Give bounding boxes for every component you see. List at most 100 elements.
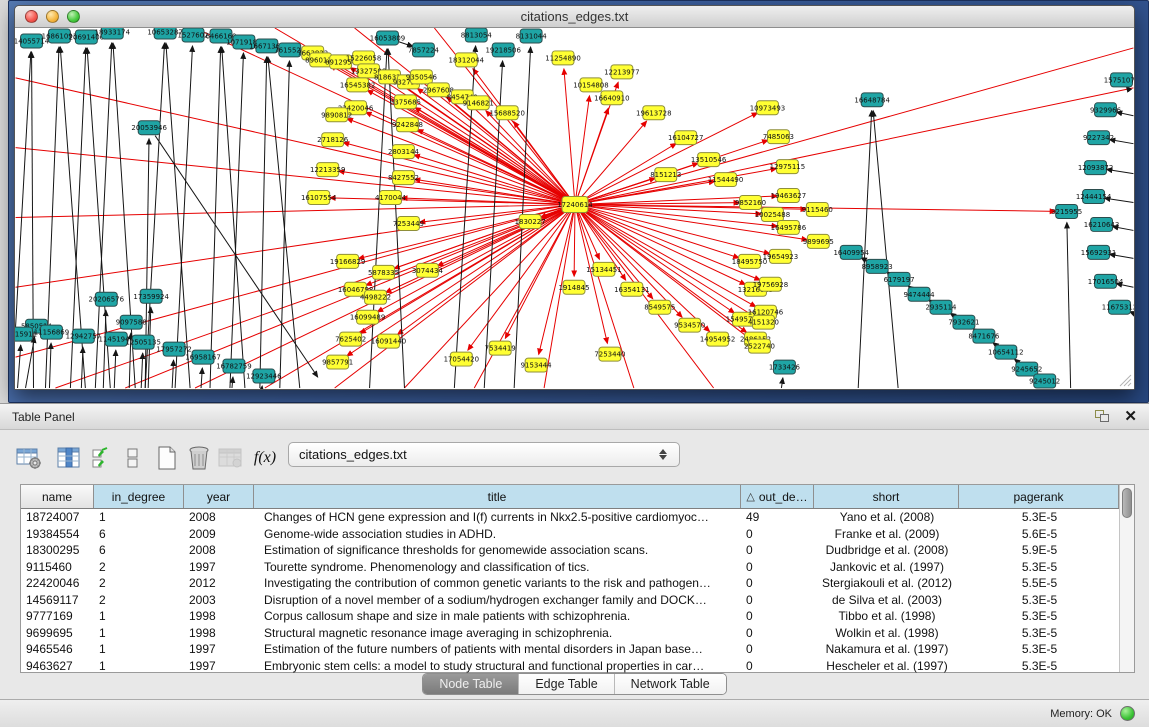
cell-year[interactable]: 2008 [184, 542, 254, 559]
network-canvas[interactable]: 1405571416861093206914061893317410653287… [15, 28, 1134, 389]
graph-node[interactable]: 19463627 [771, 189, 806, 203]
graph-node[interactable]: 8427552 [388, 171, 419, 185]
cell-name[interactable]: 9463627 [21, 658, 94, 675]
cell-name[interactable]: 9777169 [21, 608, 94, 625]
graph-node[interactable]: 11544490 [708, 173, 743, 187]
table-selector-dropdown[interactable]: citations_edges.txt [288, 442, 680, 467]
graph-node[interactable]: 4170044 [375, 191, 407, 205]
graph-node[interactable]: 18312044 [449, 53, 485, 67]
cell-year[interactable]: 1997 [184, 559, 254, 576]
cell-out_de[interactable]: 49 [741, 509, 814, 526]
graph-node[interactable]: 9245012 [1029, 374, 1060, 388]
graph-node[interactable]: 7625402 [335, 332, 366, 346]
graph-node[interactable]: 8813054 [461, 28, 493, 42]
graph-node[interactable]: 10654112 [988, 345, 1023, 359]
cell-title[interactable]: Investigating the contribution of common… [254, 575, 741, 592]
table-settings-button[interactable] [14, 443, 44, 473]
cell-pagerank[interactable]: 5.3E-5 [959, 559, 1119, 576]
table-row[interactable]: 911546021997Tourette syndrome. Phenomeno… [21, 559, 1134, 576]
cell-out_de[interactable]: 0 [741, 542, 814, 559]
graph-node[interactable]: 10154808 [573, 78, 608, 92]
table-vertical-scrollbar[interactable] [1119, 485, 1134, 672]
graph-node[interactable]: 9534570 [674, 318, 705, 332]
cell-in_degree[interactable]: 1 [94, 625, 184, 642]
cell-in_degree[interactable]: 2 [94, 559, 184, 576]
cell-pagerank[interactable]: 5.5E-5 [959, 575, 1119, 592]
graph-node[interactable]: 12975115 [770, 160, 805, 174]
cell-title[interactable]: Estimation of the future numbers of pati… [254, 641, 741, 658]
graph-node[interactable]: 17016504 [1088, 274, 1124, 288]
graph-node[interactable]: 12444154 [1076, 190, 1112, 204]
graph-node[interactable]: 7253449 [393, 216, 424, 230]
graph-node[interactable]: 7253440 [594, 347, 625, 361]
graph-node[interactable]: 15692931 [1081, 245, 1116, 259]
cell-short[interactable]: Wolkin et al. (1998) [814, 625, 959, 642]
cell-pagerank[interactable]: 5.9E-5 [959, 542, 1119, 559]
cell-title[interactable]: Structural magnetic resonance image aver… [254, 625, 741, 642]
graph-node[interactable]: 9350546 [406, 70, 437, 84]
cell-year[interactable]: 1998 [184, 625, 254, 642]
cell-short[interactable]: de Silva et al. (2003) [814, 592, 959, 609]
cell-title[interactable]: Genome-wide association studies in ADHD. [254, 526, 741, 543]
graph-node[interactable]: 3074434 [412, 263, 444, 277]
graph-node[interactable]: 16354131 [614, 282, 649, 296]
cell-pagerank[interactable]: 5.3E-5 [959, 641, 1119, 658]
cell-title[interactable]: Tourette syndrome. Phenomenology and cla… [254, 559, 741, 576]
graph-node[interactable]: 12213977 [604, 65, 639, 79]
graph-node[interactable]: 9890812 [321, 108, 352, 122]
graph-node[interactable]: 16782759 [216, 359, 251, 373]
new-column-button[interactable] [152, 443, 182, 473]
graph-node[interactable]: 2935114 [925, 300, 957, 314]
graph-node[interactable]: 14954952 [700, 332, 735, 346]
minimize-window-button[interactable] [46, 10, 59, 23]
table-row[interactable]: 977716911998Corpus callosum shape and si… [21, 608, 1134, 625]
graph-node[interactable]: 4498222 [360, 290, 391, 304]
graph-node[interactable]: 10973493 [750, 101, 785, 115]
graph-node[interactable]: 19613728 [636, 106, 671, 120]
graph-node[interactable]: 4151320 [748, 315, 779, 329]
column-header-name[interactable]: name [21, 485, 94, 508]
cell-short[interactable]: Hescheler et al. (1997) [814, 658, 959, 675]
merge-rows-button[interactable] [118, 443, 148, 473]
cell-name[interactable]: 18300295 [21, 542, 94, 559]
tab-network-table[interactable]: Network Table [615, 674, 726, 694]
graph-node[interactable]: 2718126 [317, 133, 348, 147]
float-panel-icon[interactable] [1095, 410, 1110, 423]
graph-node[interactable]: 9899695 [803, 234, 834, 248]
graph-node[interactable]: 16210643 [1084, 217, 1119, 231]
cell-short[interactable]: Tibbo et al. (1998) [814, 608, 959, 625]
table-row[interactable]: 1456911722003Disruption of a novel membe… [21, 592, 1134, 609]
cell-title[interactable]: Embryonic stem cells: a model to study s… [254, 658, 741, 675]
table-row[interactable]: 946362711997Embryonic stem cells: a mode… [21, 658, 1134, 675]
close-panel-icon[interactable]: ✕ [1124, 410, 1137, 423]
cell-name[interactable]: 22420046 [21, 575, 94, 592]
graph-node[interactable]: 9097588 [116, 315, 147, 329]
graph-node[interactable]: 8958923 [862, 259, 893, 273]
graph-node[interactable]: 11254890 [545, 51, 580, 65]
graph-node[interactable]: 7857224 [408, 43, 440, 57]
close-window-button[interactable] [25, 10, 38, 23]
column-header-in_degree[interactable]: in_degree [94, 485, 184, 508]
graph-node[interactable]: 8549575 [644, 300, 675, 314]
graph-node[interactable]: 9227342 [1083, 131, 1114, 145]
cell-name[interactable]: 18724007 [21, 509, 94, 526]
cell-year[interactable]: 2012 [184, 575, 254, 592]
graph-node[interactable]: 9329966 [1090, 103, 1121, 117]
column-header-year[interactable]: year [184, 485, 254, 508]
cell-out_de[interactable]: 0 [741, 592, 814, 609]
table-row[interactable]: 946554611997Estimation of the future num… [21, 641, 1134, 658]
table-row[interactable]: 1872400712008Changes of HCN gene express… [21, 509, 1134, 526]
column-header-title[interactable]: title [254, 485, 741, 508]
graph-node[interactable]: 1914845 [558, 280, 589, 294]
column-header-short[interactable]: short [814, 485, 959, 508]
cell-in_degree[interactable]: 1 [94, 509, 184, 526]
graph-node[interactable]: 15688520 [489, 106, 524, 120]
hub-node[interactable]: 17240614 [557, 197, 593, 213]
graph-node[interactable]: 9242848 [392, 118, 423, 132]
cell-pagerank[interactable]: 5.3E-5 [959, 625, 1119, 642]
graph-node[interactable]: 11675312 [1102, 300, 1134, 314]
graph-node[interactable]: 1830227 [515, 214, 546, 228]
cell-in_degree[interactable]: 1 [94, 641, 184, 658]
cell-pagerank[interactable]: 5.3E-5 [959, 592, 1119, 609]
graph-node[interactable]: 8471676 [968, 329, 999, 343]
